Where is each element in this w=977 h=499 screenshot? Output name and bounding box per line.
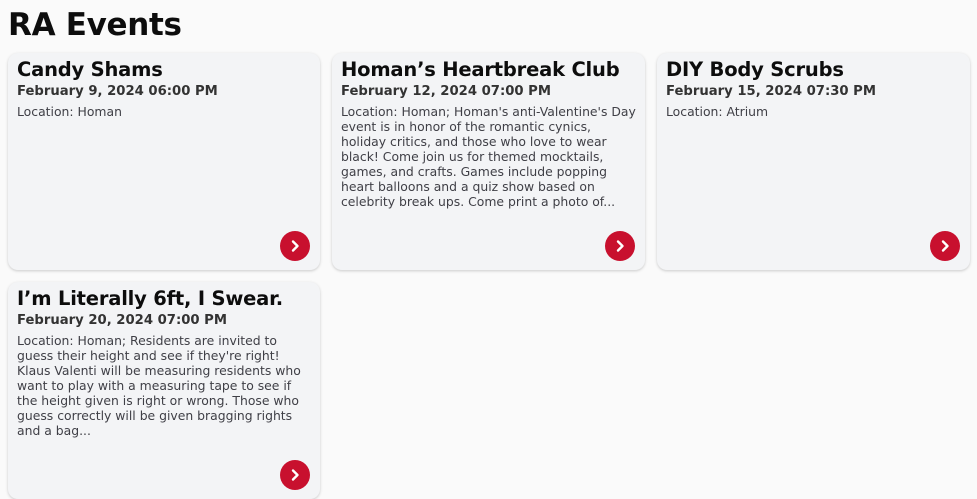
chevron-right-icon — [941, 240, 949, 252]
event-date: February 12, 2024 07:00 PM — [341, 84, 551, 99]
open-event-button[interactable] — [930, 231, 960, 261]
event-description: Location: Homan — [17, 104, 122, 119]
event-card[interactable]: Homan’s Heartbreak Club February 12, 202… — [332, 53, 645, 270]
open-event-button[interactable] — [605, 231, 635, 261]
chevron-right-icon — [291, 240, 299, 252]
event-card[interactable]: I’m Literally 6ft, I Swear. February 20,… — [8, 282, 320, 499]
event-description: Location: Homan; Homan's anti-Valentine'… — [341, 104, 636, 209]
event-date: February 9, 2024 06:00 PM — [17, 84, 218, 99]
event-date: February 20, 2024 07:00 PM — [17, 313, 227, 328]
event-title: Candy Shams — [17, 58, 163, 81]
event-date: February 15, 2024 07:30 PM — [666, 84, 876, 99]
event-title: DIY Body Scrubs — [666, 58, 844, 81]
chevron-right-icon — [291, 469, 299, 481]
open-event-button[interactable] — [280, 460, 310, 490]
event-description: Location: Homan; Residents are invited t… — [17, 333, 301, 438]
event-card[interactable]: DIY Body Scrubs February 15, 2024 07:30 … — [657, 53, 970, 270]
open-event-button[interactable] — [280, 231, 310, 261]
event-title: I’m Literally 6ft, I Swear. — [17, 287, 283, 310]
page-title: RA Events — [8, 7, 182, 43]
event-grid: Candy Shams February 9, 2024 06:00 PM Lo… — [8, 53, 970, 499]
chevron-right-icon — [616, 240, 624, 252]
event-card[interactable]: Candy Shams February 9, 2024 06:00 PM Lo… — [8, 53, 320, 270]
event-title: Homan’s Heartbreak Club — [341, 58, 620, 81]
event-description: Location: Atrium — [666, 104, 769, 119]
